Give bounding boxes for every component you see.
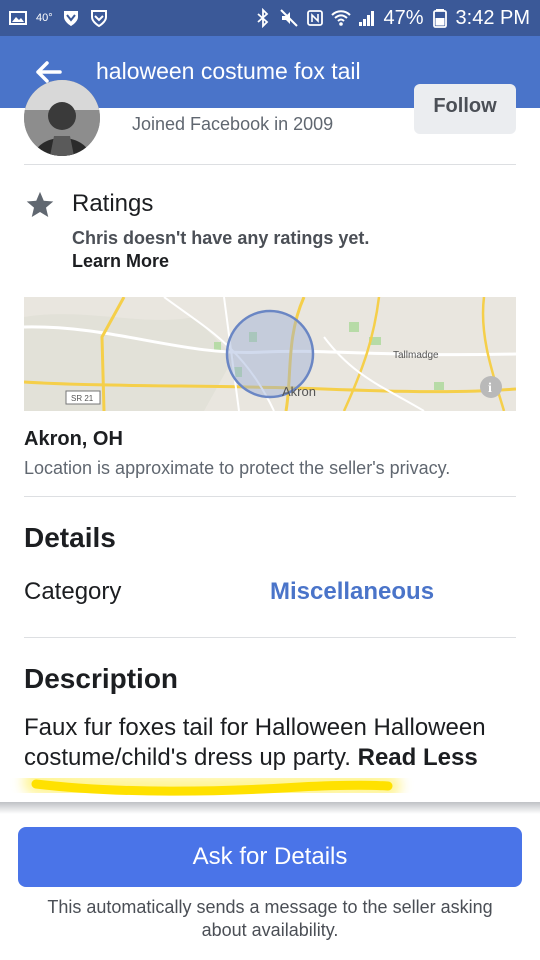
divider xyxy=(24,164,516,165)
learn-more-link[interactable]: Learn More xyxy=(72,251,169,272)
status-bar: 40° 47% 3:42 PM xyxy=(0,0,540,36)
avatar-photo xyxy=(24,80,100,156)
battery-percent: 47% xyxy=(383,6,424,29)
shield-icon xyxy=(90,10,107,28)
signal-icon xyxy=(359,11,375,26)
gallery-icon xyxy=(9,11,27,25)
description-heading: Description xyxy=(24,663,179,694)
description-text: Faux fur foxes tail for Halloween Hallow… xyxy=(24,713,524,773)
clock: 3:42 PM xyxy=(455,6,530,29)
ratings-note: Chris doesn't have any ratings yet. xyxy=(72,228,370,248)
location-city: Akron, OH xyxy=(24,428,123,450)
map-route-label: SR 21 xyxy=(71,394,94,403)
map-label-city: Akron xyxy=(282,384,316,399)
star-icon xyxy=(26,191,54,217)
map-graphic: Akron Tallmadge SR 21 i xyxy=(24,297,516,411)
battery-icon xyxy=(432,9,447,28)
nfc-icon xyxy=(307,10,324,26)
seller-avatar[interactable] xyxy=(24,80,100,156)
bluetooth-icon xyxy=(257,8,269,28)
vpn-shield-icon xyxy=(63,11,78,26)
map-label-town: Tallmadge xyxy=(393,350,439,361)
status-right: 47% 3:42 PM xyxy=(253,0,530,36)
category-link[interactable]: Miscellaneous xyxy=(270,578,434,606)
ratings-heading: Ratings xyxy=(72,190,154,217)
follow-button[interactable]: Follow xyxy=(414,84,516,134)
ask-for-details-button[interactable]: Ask for Details xyxy=(18,827,522,887)
ask-note: This automatically sends a message to th… xyxy=(47,897,493,940)
location-note: Location is approximate to protect the s… xyxy=(24,458,451,478)
mute-icon xyxy=(280,9,299,27)
category-label: Category xyxy=(24,578,122,605)
divider xyxy=(24,637,516,638)
read-less-link[interactable]: Read Less xyxy=(358,744,478,771)
divider xyxy=(24,496,516,497)
temperature-text: 40° xyxy=(36,12,53,24)
details-heading: Details xyxy=(24,522,116,553)
wifi-icon xyxy=(331,10,352,26)
seller-joined-date: Joined Facebook in 2009 xyxy=(132,114,334,134)
bottom-shadow xyxy=(0,802,540,814)
follow-label: Follow xyxy=(433,95,497,117)
svg-text:i: i xyxy=(488,381,492,396)
location-map[interactable]: Akron Tallmadge SR 21 i xyxy=(24,297,516,411)
page-title: haloween costume fox tail xyxy=(96,58,361,84)
status-left: 40° xyxy=(8,0,109,36)
